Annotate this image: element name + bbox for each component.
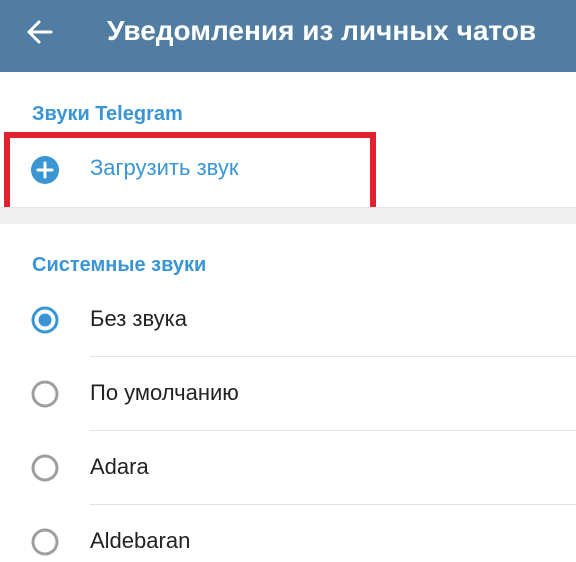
app-bar: Уведомления из личных чатов <box>0 0 576 72</box>
page-title: Уведомления из личных чатов <box>107 15 537 46</box>
radio-unselected-icon <box>31 380 59 408</box>
radio-unselected-icon <box>31 528 59 556</box>
back-button[interactable] <box>16 12 64 52</box>
sound-option-aldebaran[interactable]: Aldebaran <box>0 505 576 562</box>
sound-option-label: Adara <box>90 454 149 479</box>
sound-option-label: Aldebaran <box>90 528 191 553</box>
section-header-system-sounds: Системные звуки <box>32 254 207 276</box>
section-header-telegram-sounds: Звуки Telegram <box>32 103 183 125</box>
sound-option-label: По умолчанию <box>90 380 239 405</box>
sound-option-no-sound[interactable]: Без звука <box>0 283 576 357</box>
notification-sound-screen: Уведомления из личных чатов Звуки Telegr… <box>0 0 576 562</box>
upload-sound-label: Загрузить звук <box>90 155 239 180</box>
sound-option-adara[interactable]: Adara <box>0 431 576 505</box>
sound-option-default[interactable]: По умолчанию <box>0 357 576 431</box>
radio-selected-icon <box>31 306 59 334</box>
sound-option-label: Без звука <box>90 306 188 331</box>
arrow-left-icon <box>27 20 53 44</box>
radio-unselected-icon <box>31 454 59 482</box>
plus-circle-icon <box>31 156 59 184</box>
upload-sound-button[interactable]: Загрузить звук <box>0 130 576 206</box>
section-divider <box>0 207 576 224</box>
